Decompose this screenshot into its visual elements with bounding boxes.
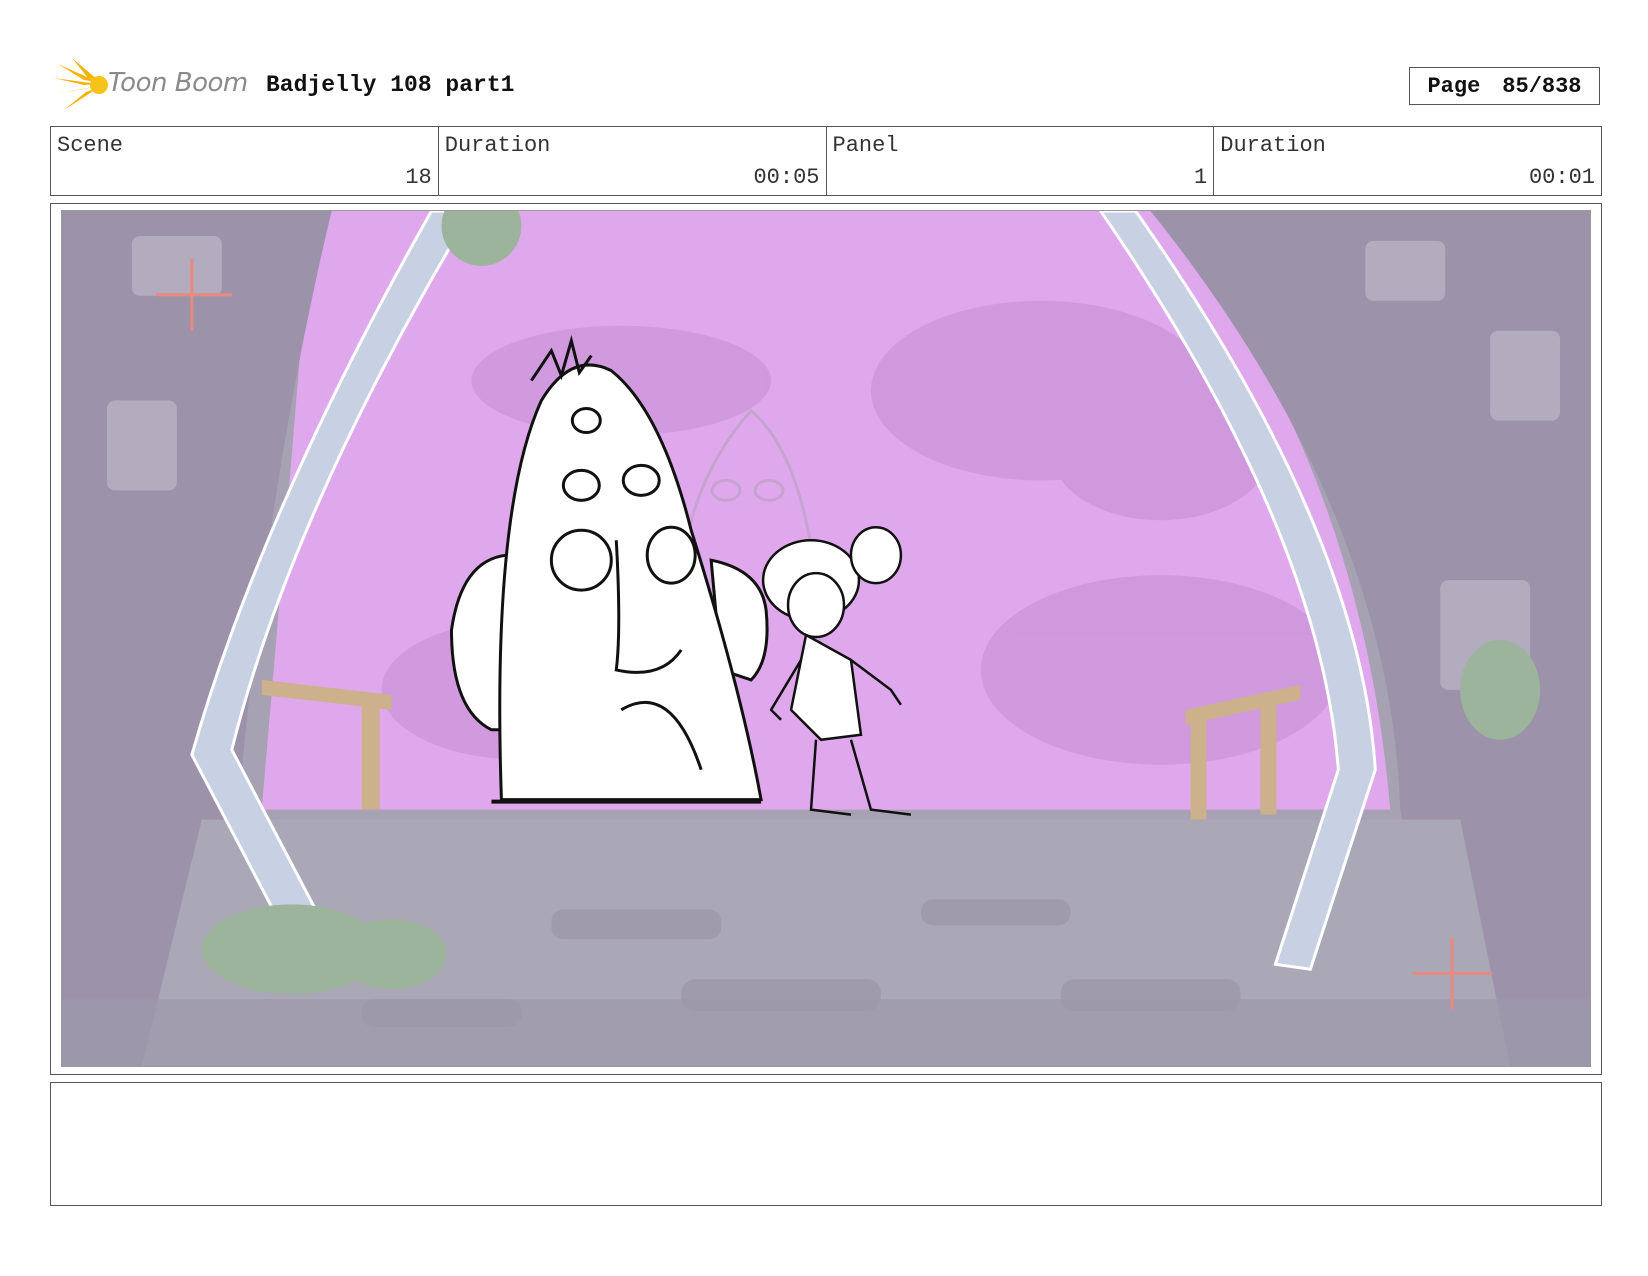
storyboard-sketch-illustration bbox=[62, 211, 1590, 1066]
document-title: Badjelly 108 part1 bbox=[266, 72, 515, 98]
storyboard-panel-image bbox=[61, 210, 1591, 1067]
panel-label: Panel bbox=[832, 133, 899, 158]
page-indicator: Page 85/838 bbox=[1409, 67, 1600, 105]
panel-cell: Panel 1 bbox=[827, 127, 1215, 195]
scene-cell: Scene 18 bbox=[51, 127, 439, 195]
panel-duration-label: Duration bbox=[1220, 133, 1326, 158]
panel-duration-value: 00:01 bbox=[1528, 165, 1595, 190]
page-number: 85/838 bbox=[1502, 73, 1582, 99]
scene-info-row: Scene 18 Duration 00:05 Panel 1 Duration… bbox=[50, 126, 1602, 196]
brand-name: Toon Boom bbox=[108, 68, 248, 98]
page-label: Page bbox=[1427, 73, 1481, 99]
scene-duration-value: 00:05 bbox=[753, 165, 820, 190]
scene-duration-cell: Duration 00:05 bbox=[439, 127, 827, 195]
panel-notes-box bbox=[50, 1082, 1602, 1206]
scene-value: 18 bbox=[405, 165, 432, 190]
scene-label: Scene bbox=[57, 133, 124, 158]
panel-value: 1 bbox=[1194, 165, 1208, 190]
scene-duration-label: Duration bbox=[444, 133, 551, 158]
panel-duration-cell: Duration 00:01 bbox=[1214, 127, 1601, 195]
